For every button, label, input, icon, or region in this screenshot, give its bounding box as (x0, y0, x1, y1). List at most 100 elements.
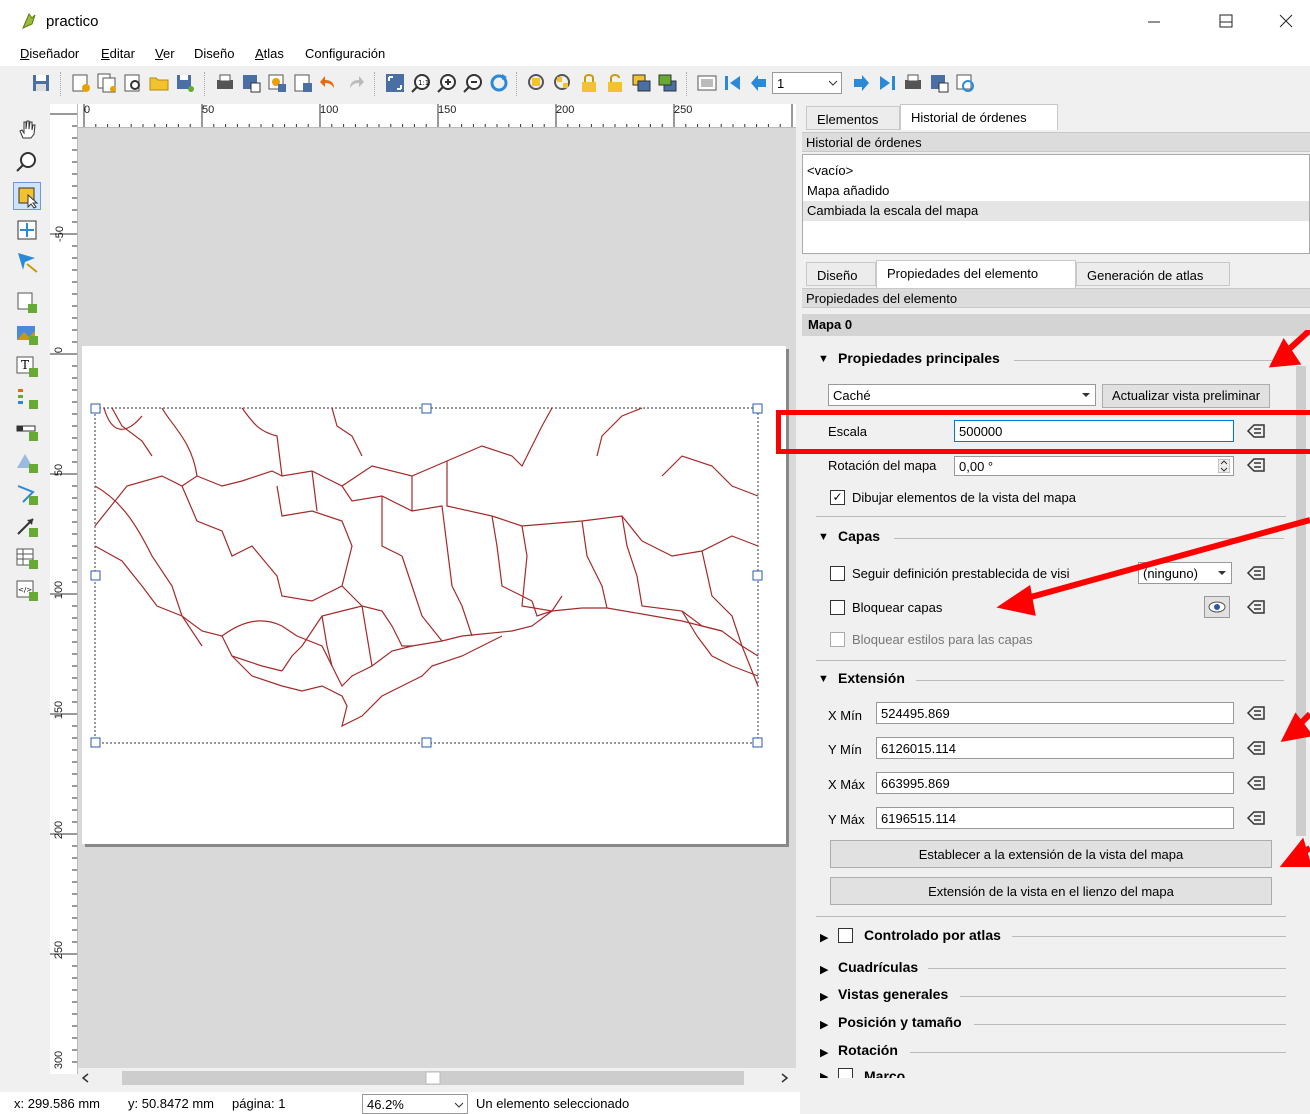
close-button[interactable] (1266, 8, 1306, 36)
duplicate-layout-icon[interactable] (96, 72, 118, 94)
menu-diseno[interactable]: Diseño (194, 46, 234, 61)
expand-triangle-icon[interactable]: ▶ (820, 1070, 828, 1078)
collapse-triangle-icon[interactable]: ▼ (818, 673, 829, 685)
menu-disenador[interactable]: Diseñador (20, 46, 79, 61)
cursor-x-readout: x: 299.586 mm (14, 1096, 100, 1111)
save-icon[interactable] (30, 72, 52, 94)
list-item[interactable]: <vacío> (807, 163, 853, 178)
export-svg-icon[interactable] (266, 72, 288, 94)
add-label-icon[interactable]: T (15, 354, 39, 378)
open-template-icon[interactable] (148, 72, 170, 94)
group-position-size[interactable]: Posición y tamaño (838, 1014, 962, 1030)
tab-diseno[interactable]: Diseño (806, 262, 876, 286)
zoom-out-icon[interactable] (462, 72, 484, 94)
group-items-icon[interactable] (526, 72, 548, 94)
group-main-properties[interactable]: Propiedades principales (838, 350, 1000, 366)
minimize-button-2[interactable] (1134, 8, 1174, 36)
list-item[interactable]: Mapa añadido (807, 183, 889, 198)
svg-text:1:1: 1:1 (418, 79, 429, 87)
menu-atlas[interactable]: Atlas (255, 46, 284, 61)
refresh-icon[interactable] (488, 72, 510, 94)
add-attribute-table-icon[interactable] (15, 546, 39, 570)
history-list[interactable]: <vacío> Mapa añadido Cambiada la escala … (802, 154, 1310, 254)
maximize-button[interactable] (1206, 8, 1246, 36)
add-map-icon[interactable] (15, 290, 39, 314)
menu-editar[interactable]: Editar (101, 46, 135, 61)
collapse-triangle-icon[interactable]: ▼ (818, 353, 829, 365)
group-overviews[interactable]: Vistas generales (838, 986, 948, 1002)
pan-hand-icon[interactable] (15, 118, 39, 142)
draw-items-checkbox[interactable]: ✓ (830, 490, 845, 505)
atlas-settings-icon[interactable] (954, 72, 976, 94)
zoom-tool-icon[interactable] (15, 150, 39, 174)
list-item-selected[interactable]: Cambiada la escala del mapa (803, 201, 1309, 221)
edit-nodes-icon[interactable] (15, 250, 39, 274)
zoom-in-icon[interactable] (436, 72, 458, 94)
expand-triangle-icon[interactable]: ▶ (820, 1046, 828, 1059)
follow-preset-checkbox[interactable] (830, 566, 845, 581)
next-feature-icon[interactable] (850, 72, 872, 94)
export-atlas-icon[interactable] (928, 72, 950, 94)
add-html-frame-icon[interactable]: </> (15, 578, 39, 602)
expand-triangle-icon[interactable]: ▶ (820, 931, 828, 944)
undo-icon[interactable] (318, 72, 340, 94)
lower-items-icon[interactable] (656, 72, 678, 94)
menu-configuracion[interactable]: Configuración (305, 46, 385, 61)
group-rotation[interactable]: Rotación (838, 1042, 898, 1058)
menu-ver[interactable]: Ver (155, 46, 175, 61)
group-extent[interactable]: Extensión (838, 670, 905, 686)
move-content-icon[interactable] (15, 218, 39, 242)
group-frame[interactable]: Marco (864, 1068, 905, 1078)
new-layout-icon[interactable] (70, 72, 92, 94)
expand-triangle-icon[interactable]: ▶ (820, 1018, 828, 1031)
group-layers[interactable]: Capas (838, 528, 880, 544)
save-template-icon[interactable] (174, 72, 196, 94)
layout-manager-icon[interactable] (122, 72, 144, 94)
ruler-label: 250 (53, 940, 66, 960)
raise-items-icon[interactable] (630, 72, 652, 94)
export-pdf-icon[interactable] (292, 72, 314, 94)
atlas-page-combo[interactable]: 1 (772, 72, 842, 94)
tab-propiedades-elemento[interactable]: Propiedades del elemento (876, 260, 1076, 288)
lock-layers-checkbox[interactable] (830, 600, 845, 615)
expand-triangle-icon[interactable]: ▶ (820, 990, 828, 1003)
atlas-controlled-checkbox[interactable] (838, 928, 853, 943)
frame-checkbox[interactable] (838, 1068, 853, 1078)
zoom-100-icon[interactable]: 1:1 (410, 72, 432, 94)
export-image-icon[interactable] (240, 72, 262, 94)
tab-elementos[interactable]: Elementos (806, 106, 900, 130)
select-move-tool[interactable] (13, 182, 41, 210)
group-atlas-controlled[interactable]: Controlado por atlas (864, 927, 1001, 943)
ruler-label: 0 (84, 104, 91, 116)
horizontal-ruler: 0 50 100 150 200 250 (78, 104, 796, 128)
minimize-icon (1148, 21, 1160, 23)
zoom-full-icon[interactable] (384, 72, 406, 94)
ungroup-items-icon[interactable] (552, 72, 574, 94)
xmax-label: X Máx (828, 777, 865, 792)
print-atlas-icon[interactable] (902, 72, 924, 94)
add-shape-icon[interactable] (15, 450, 39, 474)
tab-generacion-atlas[interactable]: Generación de atlas (1076, 262, 1230, 286)
last-feature-icon[interactable] (876, 72, 898, 94)
atlas-preview-icon[interactable] (696, 72, 718, 94)
lock-styles-checkbox[interactable] (830, 632, 845, 647)
add-arrow-icon[interactable] (15, 514, 39, 538)
map-item[interactable] (82, 346, 786, 844)
expand-triangle-icon[interactable]: ▶ (820, 963, 828, 976)
tab-historial[interactable]: Historial de órdenes (900, 104, 1058, 130)
first-feature-icon[interactable] (722, 72, 744, 94)
previous-feature-icon[interactable] (748, 72, 770, 94)
print-icon[interactable] (214, 72, 236, 94)
zoom-combo[interactable]: 46.2% (362, 1094, 468, 1114)
redo-icon[interactable] (344, 72, 366, 94)
add-legend-icon[interactable] (15, 386, 39, 410)
group-grids[interactable]: Cuadrículas (838, 959, 918, 975)
lock-icon[interactable] (578, 72, 600, 94)
add-image-icon[interactable] (15, 322, 39, 346)
horizontal-scrollbar[interactable] (78, 1068, 796, 1088)
add-scalebar-icon[interactable] (15, 418, 39, 442)
unlock-icon[interactable] (604, 72, 626, 94)
collapse-triangle-icon[interactable]: ▼ (818, 531, 829, 543)
ymax-label: Y Máx (828, 812, 865, 827)
add-node-item-icon[interactable] (15, 482, 39, 506)
